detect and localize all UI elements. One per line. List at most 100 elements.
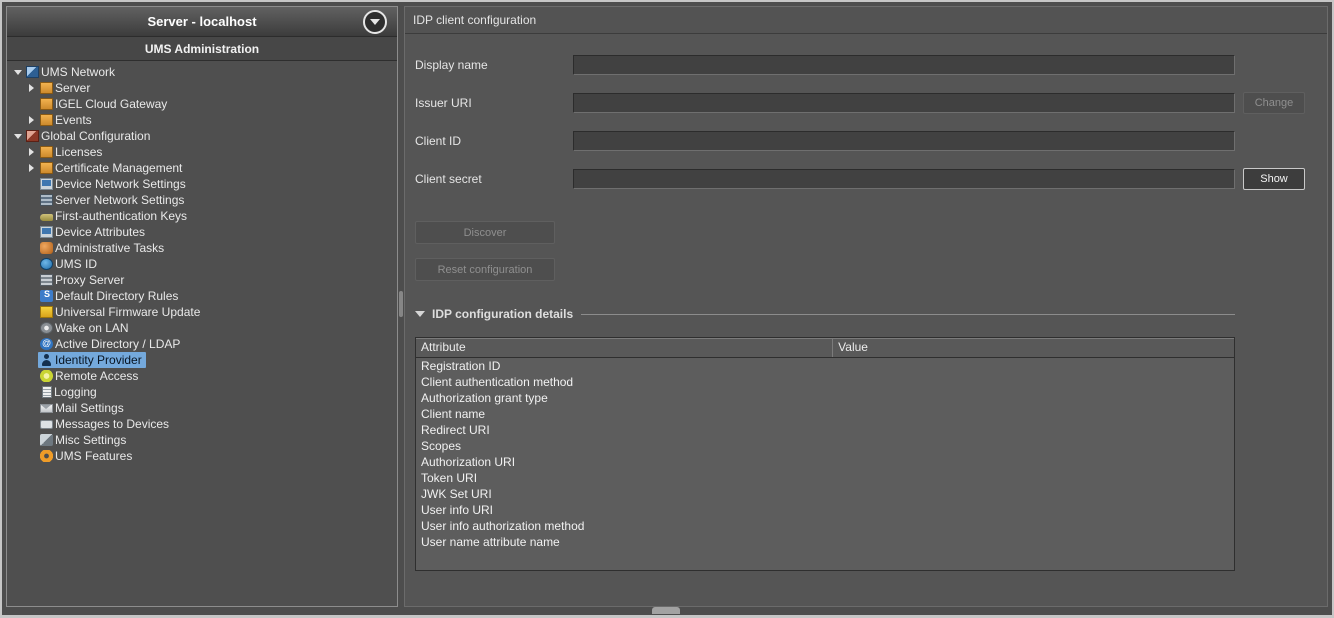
client-secret-input[interactable] <box>573 169 1235 189</box>
splitter-grip[interactable] <box>399 291 403 317</box>
sidebar-item-universal-firmware-update[interactable]: Universal Firmware Update <box>7 304 397 320</box>
sidebar-item-label: Messages to Devices <box>55 417 169 431</box>
tree-row-content: Server Network Settings <box>38 192 188 208</box>
sidebar-item-label: Proxy Server <box>55 273 124 287</box>
sidebar-item-global-configuration[interactable]: Global Configuration <box>7 128 397 144</box>
folder-icon <box>40 98 53 110</box>
collapse-arrow-icon[interactable] <box>11 70 24 75</box>
sidebar-item-messages-to-devices[interactable]: Messages to Devices <box>7 416 397 432</box>
sidebar-item-default-directory-rules[interactable]: Default Directory Rules <box>7 288 397 304</box>
sidebar-item-ums-features[interactable]: UMS Features <box>7 448 397 464</box>
sidebar-item-licenses[interactable]: Licenses <box>7 144 397 160</box>
sidebar-item-remote-access[interactable]: Remote Access <box>7 368 397 384</box>
table-row[interactable]: JWK Set URI <box>416 486 1234 502</box>
attribute-cell: Registration ID <box>416 358 833 374</box>
value-cell <box>833 358 1234 374</box>
sidebar-item-proxy-server[interactable]: Proxy Server <box>7 272 397 288</box>
column-header-attribute[interactable]: Attribute <box>416 338 833 357</box>
expand-arrow-icon[interactable] <box>25 84 38 92</box>
table-row[interactable]: Token URI <box>416 470 1234 486</box>
sidebar-item-label: Device Network Settings <box>55 177 186 191</box>
server-dropdown-button[interactable] <box>363 10 387 34</box>
collapse-section-icon[interactable] <box>415 311 425 317</box>
tree-row-content: UMS Network <box>24 64 119 80</box>
table-row[interactable]: User info authorization method <box>416 518 1234 534</box>
expand-arrow-icon[interactable] <box>25 116 38 124</box>
table-row[interactable]: User info URI <box>416 502 1234 518</box>
sidebar-item-label: IGEL Cloud Gateway <box>55 97 167 111</box>
expand-arrow-icon[interactable] <box>25 164 38 172</box>
table-row[interactable]: Redirect URI <box>416 422 1234 438</box>
display-name-row: Display name <box>415 54 1305 75</box>
client-secret-label: Client secret <box>415 172 573 186</box>
expand-arrow-icon[interactable] <box>25 148 38 156</box>
display-name-label: Display name <box>415 58 573 72</box>
sidebar-item-label: First-authentication Keys <box>55 209 187 223</box>
sidebar-item-server[interactable]: Server <box>7 80 397 96</box>
change-button[interactable]: Change <box>1243 92 1305 114</box>
table-row[interactable]: Authorization URI <box>416 454 1234 470</box>
sidebar-item-label: Remote Access <box>55 369 138 383</box>
sidebar-item-device-attributes[interactable]: Device Attributes <box>7 224 397 240</box>
bottom-splitter-handle[interactable] <box>652 607 680 614</box>
messages-icon <box>40 420 53 429</box>
sidebar-item-label: Global Configuration <box>41 129 150 143</box>
tree-row-content: Logging <box>38 384 101 400</box>
sidebar: Server - localhost UMS Administration UM… <box>6 6 398 607</box>
idp-table-body: Registration IDClient authentication met… <box>416 358 1234 570</box>
value-cell <box>833 390 1234 406</box>
details-title: IDP configuration details <box>432 307 573 321</box>
vertical-splitter[interactable] <box>398 6 404 607</box>
sidebar-item-first-authentication-keys[interactable]: First-authentication Keys <box>7 208 397 224</box>
idp-details-table: AttributeValue Registration IDClient aut… <box>415 337 1235 571</box>
idp-details-header[interactable]: IDP configuration details <box>415 307 1305 321</box>
sidebar-item-label: Default Directory Rules <box>55 289 178 303</box>
main-panel: IDP client configuration Display name Is… <box>404 6 1328 607</box>
client-id-input[interactable] <box>573 131 1235 151</box>
sidebar-item-igel-cloud-gateway[interactable]: IGEL Cloud Gateway <box>7 96 397 112</box>
table-row[interactable]: User name attribute name <box>416 534 1234 550</box>
table-row[interactable]: Authorization grant type <box>416 390 1234 406</box>
sidebar-item-label: Active Directory / LDAP <box>55 337 180 351</box>
directory-rules-icon <box>40 290 53 302</box>
value-cell <box>833 438 1234 454</box>
table-row[interactable]: Client authentication method <box>416 374 1234 390</box>
sidebar-item-ums-network[interactable]: UMS Network <box>7 64 397 80</box>
sidebar-item-misc-settings[interactable]: Misc Settings <box>7 432 397 448</box>
sidebar-item-certificate-management[interactable]: Certificate Management <box>7 160 397 176</box>
sidebar-item-logging[interactable]: Logging <box>7 384 397 400</box>
table-row[interactable]: Registration ID <box>416 358 1234 374</box>
issuer-uri-input[interactable] <box>573 93 1235 113</box>
table-row[interactable]: Client name <box>416 406 1234 422</box>
display-name-input[interactable] <box>573 55 1235 75</box>
column-header-value[interactable]: Value <box>833 338 1234 357</box>
sidebar-item-wake-on-lan[interactable]: Wake on LAN <box>7 320 397 336</box>
collapse-arrow-icon[interactable] <box>11 134 24 139</box>
table-row[interactable]: Scopes <box>416 438 1234 454</box>
mail-icon <box>40 404 53 413</box>
value-cell <box>833 374 1234 390</box>
sidebar-item-ums-id[interactable]: UMS ID <box>7 256 397 272</box>
show-button[interactable]: Show <box>1243 168 1305 190</box>
sidebar-item-events[interactable]: Events <box>7 112 397 128</box>
sidebar-item-server-network-settings[interactable]: Server Network Settings <box>7 192 397 208</box>
sidebar-item-device-network-settings[interactable]: Device Network Settings <box>7 176 397 192</box>
attribute-cell: Authorization URI <box>416 454 833 470</box>
admin-title: UMS Administration <box>145 42 259 56</box>
sidebar-item-label: Identity Provider <box>55 353 142 367</box>
tree-row-content: Proxy Server <box>38 272 128 288</box>
discover-button[interactable]: Discover <box>415 221 555 244</box>
tree-row-content: IGEL Cloud Gateway <box>38 96 171 112</box>
value-cell <box>833 422 1234 438</box>
chevron-down-icon <box>370 19 380 25</box>
sidebar-item-mail-settings[interactable]: Mail Settings <box>7 400 397 416</box>
remote-access-icon <box>40 370 53 382</box>
attribute-cell: Client name <box>416 406 833 422</box>
tree-row-content: Identity Provider <box>38 352 146 368</box>
sidebar-item-identity-provider[interactable]: Identity Provider <box>7 352 397 368</box>
sidebar-item-active-directory-ldap[interactable]: Active Directory / LDAP <box>7 336 397 352</box>
reset-configuration-button[interactable]: Reset configuration <box>415 258 555 281</box>
server-title: Server - localhost <box>147 14 256 29</box>
folder-icon <box>40 162 53 174</box>
sidebar-item-administrative-tasks[interactable]: Administrative Tasks <box>7 240 397 256</box>
